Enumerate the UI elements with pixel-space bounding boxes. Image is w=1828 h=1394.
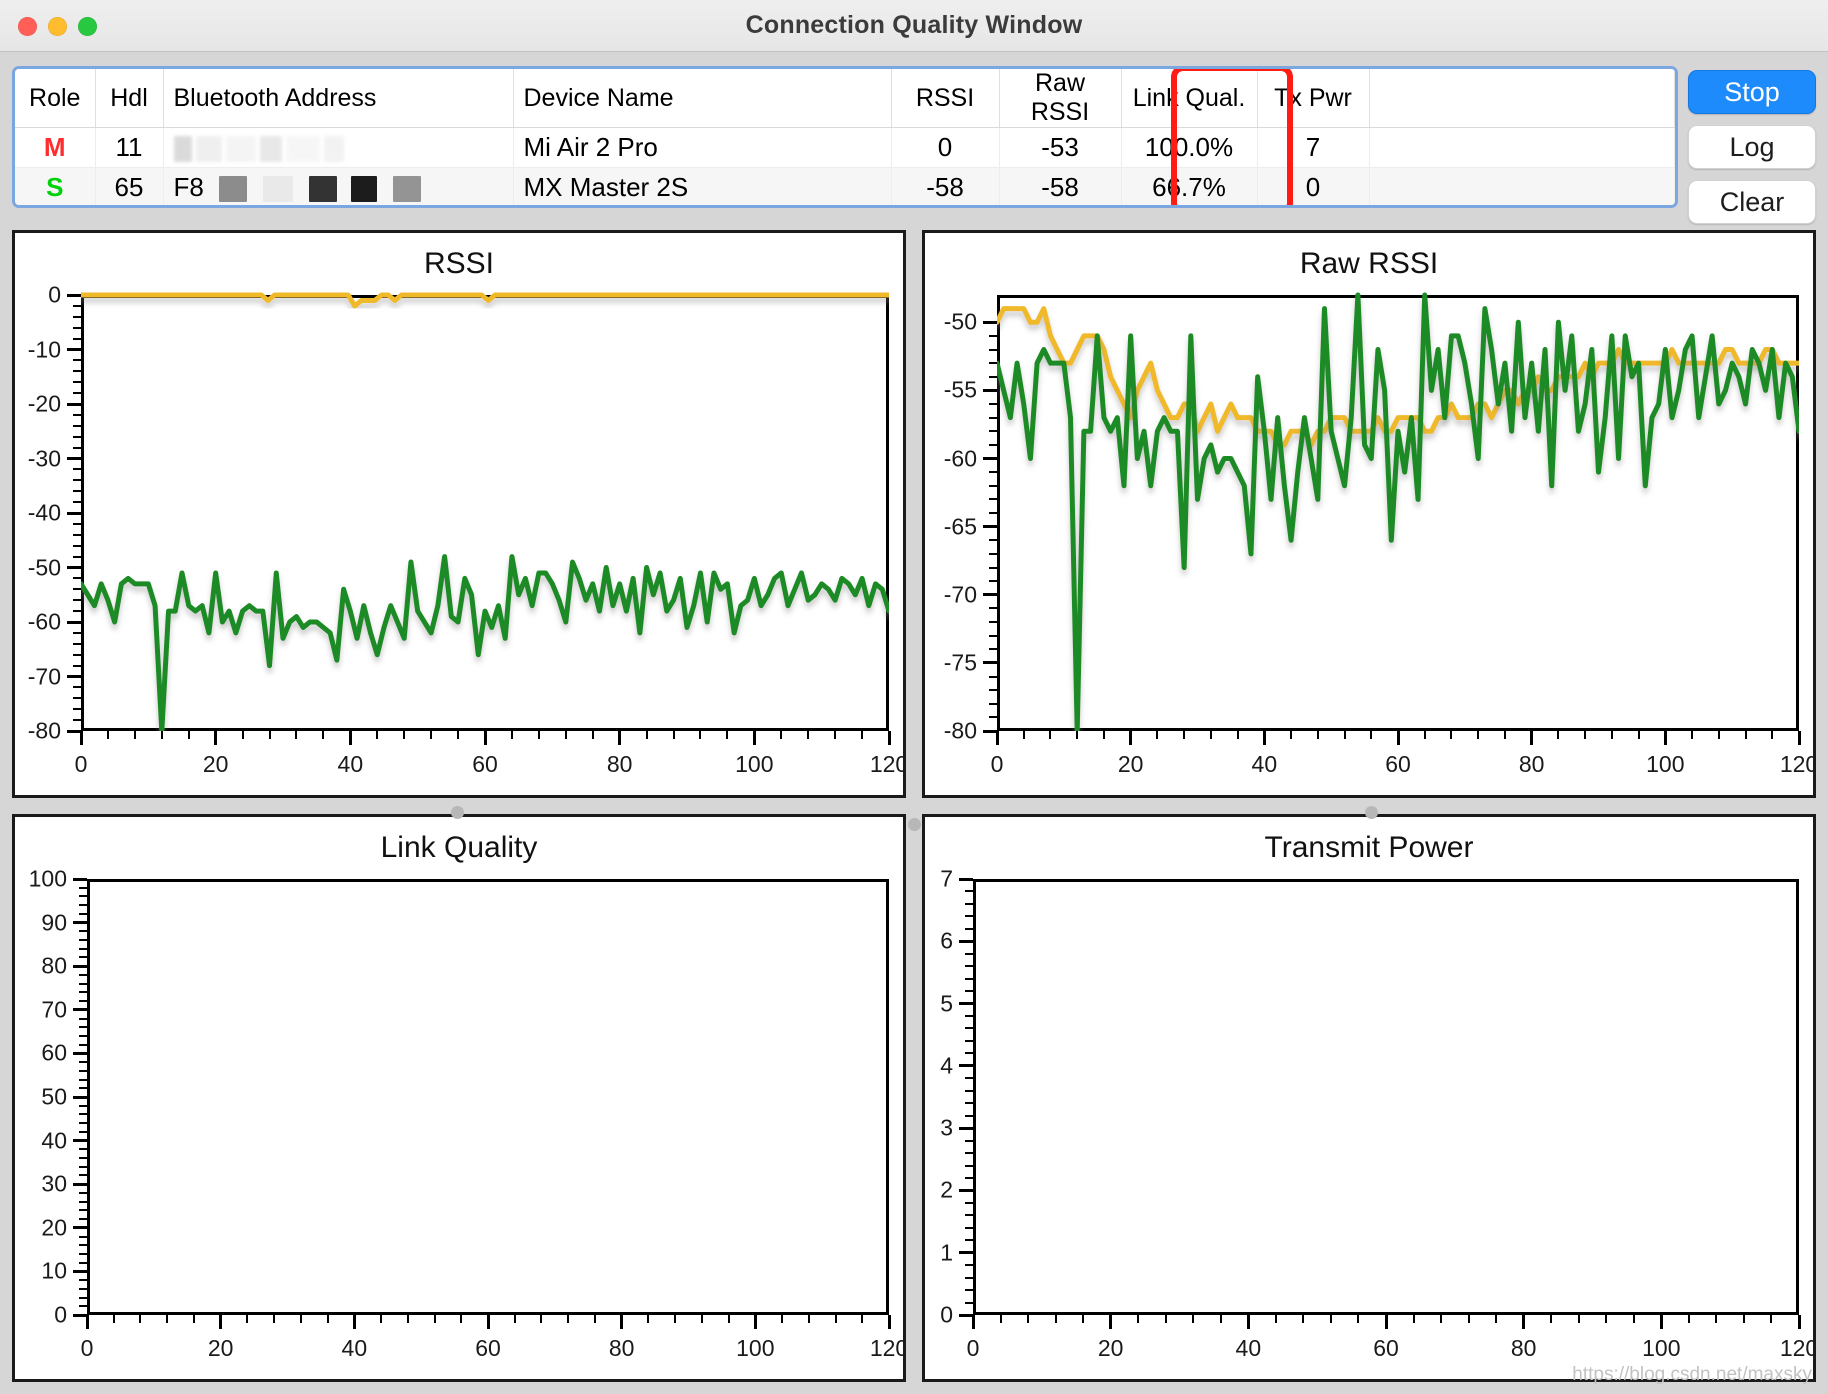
cell-raw-rssi: -58 (999, 167, 1122, 205)
cell-tx-pwr: 0 (1257, 167, 1370, 205)
series-layer (87, 876, 889, 1027)
cell-rssi: -58 (891, 167, 1000, 205)
series-layer (997, 292, 1799, 731)
cell-bluetooth-address: F8 (163, 167, 514, 205)
charts-grid: RSSI 0 -10 -20 -30 -40 -50 -60 -70 -80 0 20 40 60 80 1… (0, 230, 1828, 1394)
minimize-button[interactable] (48, 16, 67, 36)
column-header-hdl[interactable]: Hdl (95, 69, 164, 128)
connection-quality-window: Connection Quality Window Role Hdl Bluet… (0, 0, 1828, 1394)
cell-spacer (1369, 127, 1675, 168)
role-badge-master: M (43, 132, 66, 162)
column-header-link-qual[interactable]: Link Qual. (1121, 69, 1258, 128)
chart-raw-rssi[interactable]: Raw RSSI -50 -55 -60 -65 -70 -75 -80 0 20 40 60 80 1… (922, 230, 1816, 798)
horizontal-splitter-handle-right[interactable] (1365, 806, 1378, 819)
watermark: https://blog.csdn.net/maxsky (1572, 1364, 1812, 1385)
cell-device-name: MX Master 2S (513, 167, 892, 205)
column-header-tx-pwr[interactable]: Tx Pwr (1257, 69, 1370, 128)
chart-rssi[interactable]: RSSI 0 -10 -20 -30 -40 -50 -60 -70 -80 0 20 40 60 80 1… (12, 230, 906, 798)
cell-role: M (15, 127, 96, 168)
cell-spacer (1369, 167, 1675, 205)
cell-role: S (15, 167, 96, 205)
address-value: F8 (173, 172, 204, 202)
title-bar: Connection Quality Window (0, 0, 1828, 52)
cell-bluetooth-address (163, 127, 514, 168)
table-row[interactable]: M 11 Mi Air 2 Pro 0 -53 100.0% 7 (15, 127, 1675, 168)
cell-raw-rssi: -53 (999, 127, 1122, 168)
series-layer (81, 292, 889, 731)
traffic-light-group (18, 0, 97, 52)
table-row-empty[interactable] (15, 208, 1675, 209)
chart-transmit-power[interactable]: Transmit Power 7 6 5 4 3 2 1 0 0 20 40 60 80 100 120 (922, 814, 1816, 1382)
redacted-address-mask (173, 136, 344, 163)
column-header-bluetooth-address[interactable]: Bluetooth Address (163, 69, 514, 128)
column-header-spacer (1369, 69, 1675, 128)
stop-button[interactable]: Stop (1688, 70, 1816, 114)
column-header-rssi[interactable]: RSSI (891, 69, 1000, 128)
cell-link-qual: 66.7% (1121, 167, 1258, 205)
vertical-splitter-handle[interactable] (908, 818, 921, 831)
action-button-group: Stop Log Clear (1688, 66, 1816, 224)
chart-link-quality[interactable]: Link Quality 100 90 80 70 60 50 40 30 20 10 0 0 20 40… (12, 814, 906, 1382)
horizontal-splitter-handle-left[interactable] (451, 806, 464, 819)
window-title: Connection Quality Window (745, 11, 1083, 39)
redacted-address-mask (211, 176, 422, 203)
column-header-raw-rssi[interactable]: Raw RSSI (999, 69, 1122, 128)
clear-button[interactable]: Clear (1688, 180, 1816, 224)
column-header-role[interactable]: Role (15, 69, 96, 128)
column-header-device-name[interactable]: Device Name (513, 69, 892, 128)
device-table[interactable]: Role Hdl Bluetooth Address Device Name R… (12, 66, 1678, 208)
series-line (81, 292, 889, 309)
zoom-button[interactable] (78, 16, 97, 36)
log-button[interactable]: Log (1688, 125, 1816, 169)
table-header-row: Role Hdl Bluetooth Address Device Name R… (15, 69, 1675, 128)
cell-hdl: 65 (95, 167, 164, 205)
series-line (81, 554, 889, 731)
role-badge-slave: S (46, 172, 64, 202)
table-row[interactable]: S 65 F8 MX Master 2S -58 -58 66.7% 0 (15, 167, 1675, 205)
close-button[interactable] (18, 16, 37, 36)
device-panel: Role Hdl Bluetooth Address Device Name R… (0, 52, 1828, 230)
cell-device-name: Mi Air 2 Pro (513, 127, 892, 168)
cell-tx-pwr: 7 (1257, 127, 1370, 168)
cell-hdl: 11 (95, 127, 164, 168)
cell-rssi: 0 (891, 127, 1000, 168)
series-layer (973, 876, 1799, 1315)
cell-link-qual: 100.0% (1121, 127, 1258, 168)
